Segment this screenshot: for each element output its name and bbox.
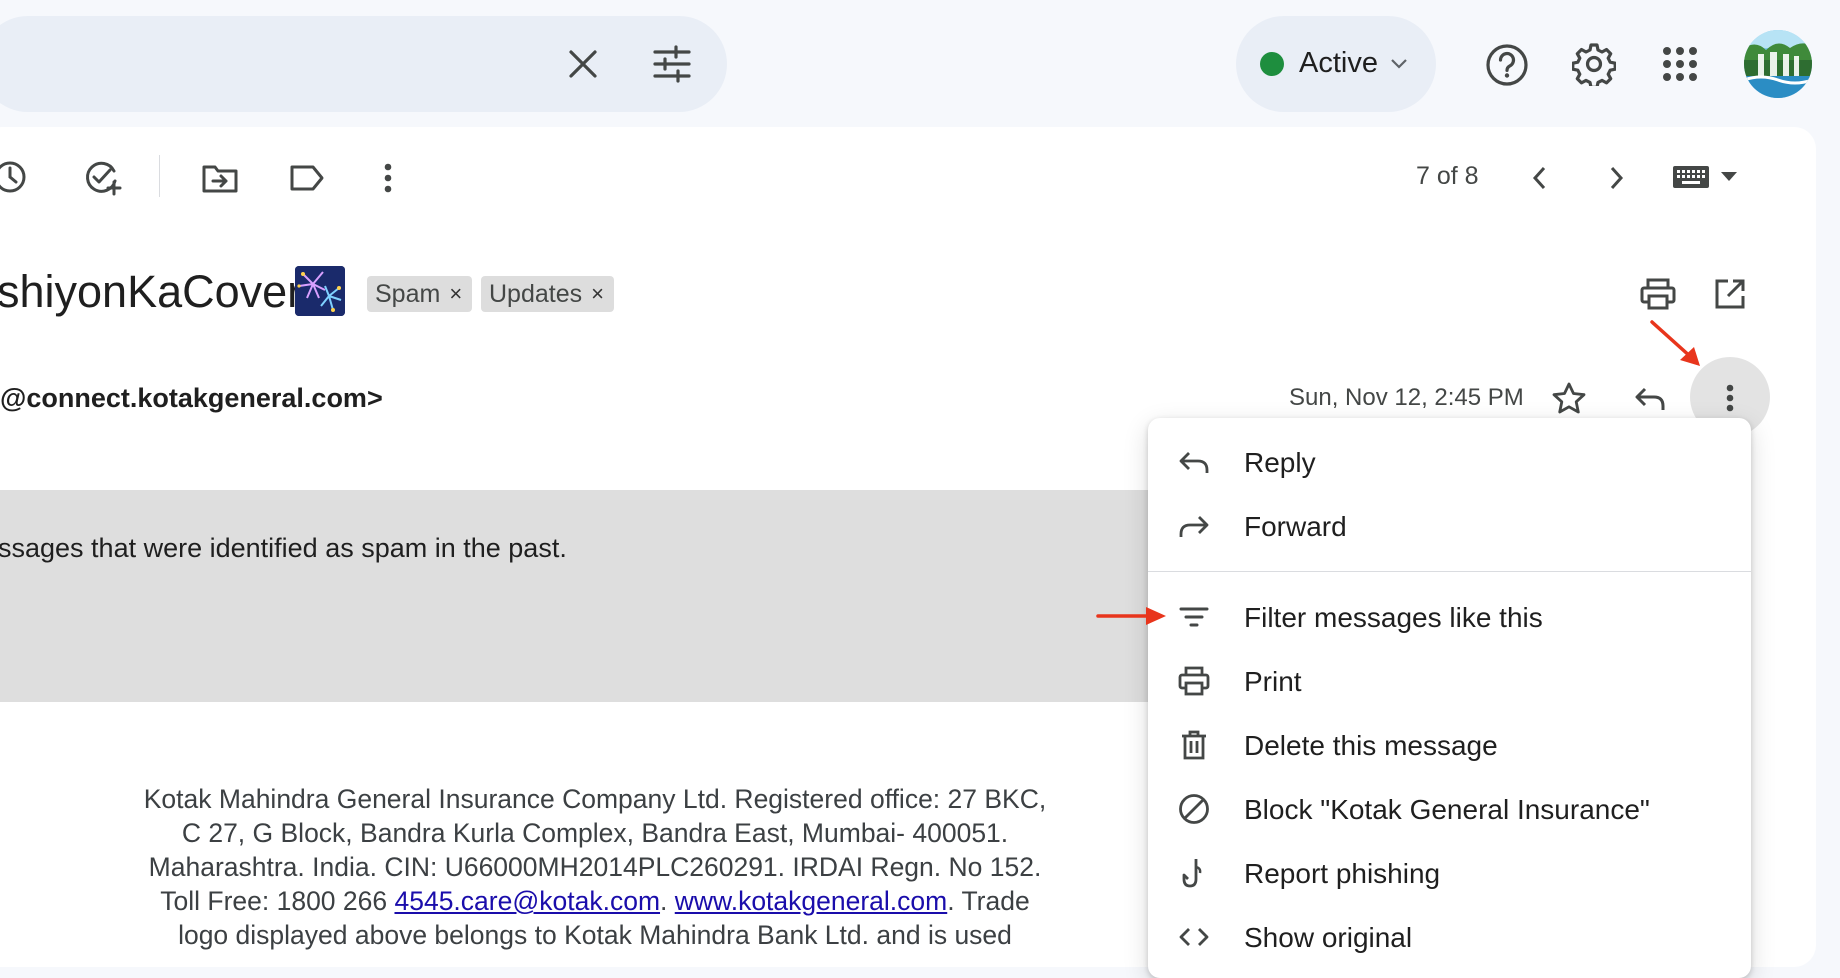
dropdown-triangle-icon[interactable] — [1718, 168, 1740, 186]
footer-line: C 27, G Block, Bandra Kurla Complex, Ban… — [181, 818, 1009, 848]
status-label: Active — [1299, 47, 1378, 79]
message-options-menu: Reply Forward Filter messages like this … — [1148, 418, 1751, 978]
phishing-hook-icon — [1178, 857, 1210, 889]
email-subject: shiyonKaCover — [0, 266, 303, 317]
add-to-tasks-icon[interactable] — [82, 157, 124, 199]
search-bar[interactable] — [0, 16, 727, 112]
tune-icon[interactable] — [650, 42, 694, 86]
code-icon — [1178, 921, 1210, 953]
block-icon — [1178, 793, 1210, 825]
snooze-clock-icon[interactable] — [0, 157, 34, 197]
website-link[interactable]: www.kotakgeneral.com — [675, 886, 947, 916]
footer-line: Maharashtra. India. CIN: U66000MH2014PLC… — [148, 852, 1042, 882]
menu-item-filter[interactable]: Filter messages like this — [1148, 585, 1751, 649]
toolbar-divider — [159, 155, 160, 197]
close-icon[interactable] — [563, 44, 603, 84]
footer-line: Kotak Mahindra General Insurance Company… — [143, 784, 1047, 814]
footer-line: Toll Free: 1800 266 4545.care@kotak.com.… — [100, 884, 1090, 918]
menu-item-block[interactable]: Block "Kotak General Insurance" — [1148, 777, 1751, 841]
avatar[interactable] — [1744, 30, 1812, 98]
remove-label-icon[interactable]: × — [591, 281, 604, 307]
sender-address: @connect.kotakgeneral.com> — [0, 383, 383, 413]
menu-item-label: Report phishing — [1244, 858, 1441, 889]
menu-item-print[interactable]: Print — [1148, 649, 1751, 713]
remove-label-icon[interactable]: × — [449, 281, 462, 307]
menu-item-label: Print — [1244, 666, 1302, 697]
spam-warning-text: ssages that were identified as spam in t… — [0, 533, 567, 563]
menu-item-label: Forward — [1244, 511, 1347, 542]
menu-divider — [1148, 571, 1751, 572]
print-all-icon[interactable] — [1638, 274, 1678, 314]
spam-warning-banner — [0, 490, 1160, 702]
next-chevron-icon[interactable] — [1602, 158, 1632, 198]
annotation-arrow-icon — [1096, 604, 1168, 628]
menu-item-label: Block "Kotak General Insurance" — [1244, 794, 1650, 825]
label-chip-text: Spam — [375, 279, 441, 308]
reply-icon[interactable] — [1630, 380, 1670, 418]
label-chip-text: Updates — [489, 279, 583, 308]
menu-item-label: Reply — [1244, 447, 1316, 478]
message-date: Sun, Nov 12, 2:45 PM — [1289, 384, 1524, 411]
label-icon[interactable] — [287, 158, 327, 198]
menu-item-forward[interactable]: Forward — [1148, 494, 1751, 558]
menu-item-label: Delete this message — [1244, 730, 1498, 761]
footer-text: Toll Free: 1800 266 — [160, 886, 395, 916]
star-icon[interactable] — [1549, 378, 1589, 418]
label-chip-updates[interactable]: Updates × — [481, 276, 614, 312]
annotation-arrow-icon — [1648, 318, 1708, 372]
status-dot — [1260, 52, 1284, 76]
menu-item-reply[interactable]: Reply — [1148, 430, 1751, 494]
footer-text: . — [660, 886, 675, 916]
prev-chevron-icon[interactable] — [1524, 158, 1554, 198]
menu-item-show-original[interactable]: Show original — [1148, 905, 1751, 969]
menu-item-delete[interactable]: Delete this message — [1148, 713, 1751, 777]
menu-item-label: Filter messages like this — [1244, 602, 1543, 633]
chevron-down-icon — [1386, 52, 1412, 76]
move-to-folder-icon[interactable] — [200, 158, 240, 198]
trash-icon — [1178, 729, 1210, 761]
more-vert-icon[interactable] — [376, 158, 400, 198]
more-vert-icon[interactable] — [1718, 382, 1742, 414]
settings-gear-icon[interactable] — [1568, 38, 1620, 90]
reply-icon — [1178, 446, 1210, 478]
footer-line: logo displayed above belongs to Kotak Ma… — [178, 920, 1012, 950]
fireworks-emoji-icon — [295, 266, 345, 316]
keyboard-icon[interactable] — [1672, 164, 1710, 190]
status-chip[interactable]: Active — [1236, 16, 1436, 112]
apps-grid-icon[interactable] — [1658, 42, 1702, 86]
help-icon[interactable] — [1482, 40, 1532, 90]
footer-text: . Trade — [947, 886, 1030, 916]
page-count: 7 of 8 — [1416, 162, 1479, 190]
email-footer: Kotak Mahindra General Insurance Company… — [100, 782, 1090, 952]
filter-icon — [1178, 601, 1210, 633]
menu-item-report-phishing[interactable]: Report phishing — [1148, 841, 1751, 905]
care-email-link[interactable]: 4545.care@kotak.com — [394, 886, 660, 916]
forward-icon — [1178, 510, 1210, 542]
print-icon — [1178, 665, 1210, 697]
menu-item-label: Show original — [1244, 922, 1413, 953]
open-in-new-window-icon[interactable] — [1710, 274, 1750, 314]
label-chip-spam[interactable]: Spam × — [367, 276, 473, 312]
